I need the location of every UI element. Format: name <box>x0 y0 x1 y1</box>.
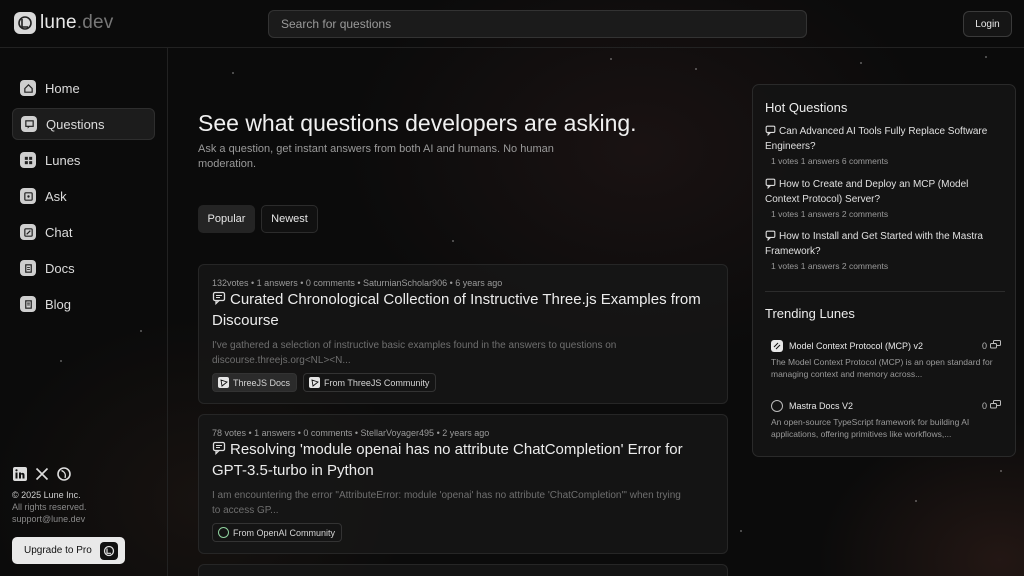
question-icon <box>765 178 776 190</box>
lunes-icon <box>20 152 36 168</box>
sidebar-item-label: Home <box>45 80 80 96</box>
login-button[interactable]: Login <box>963 11 1012 37</box>
sidebar-item-home[interactable]: Home <box>12 72 155 104</box>
sidebar-item-label: Ask <box>45 188 67 204</box>
sidebar-item-label: Docs <box>45 260 75 276</box>
hot-question-item[interactable]: How to Create and Deploy an MCP (Model C… <box>765 177 1005 219</box>
tag-chip[interactable]: ThreeJS Docs <box>212 373 298 392</box>
sidebar-item-blog[interactable]: Blog <box>12 288 155 320</box>
question-title[interactable]: Resolving 'module openai has no attribut… <box>212 439 717 481</box>
chat-bubbles-icon <box>990 400 1001 412</box>
question-card[interactable]: 78 votes • 1 answers • 0 comments • Stel… <box>198 414 728 554</box>
footer-info: © 2025 Lune Inc. All rights reserved. su… <box>12 489 87 525</box>
support-email[interactable]: support@lune.dev <box>12 513 87 525</box>
question-meta: 78 votes • 1 answers • 0 comments • Stel… <box>212 428 490 438</box>
lune-description: An open-source TypeScript framework for … <box>771 417 970 439</box>
search-input[interactable] <box>268 10 807 38</box>
hot-question-item[interactable]: How to Install and Get Started with the … <box>765 229 1005 271</box>
question-tags: ThreeJS Docs From ThreeJS Community <box>212 373 437 392</box>
lune-icon[interactable] <box>56 466 71 481</box>
rights-text: All rights reserved. <box>12 502 87 512</box>
sidebar-item-lunes[interactable]: Lunes <box>12 144 155 176</box>
hot-question-stats: 1 votes 1 answers 2 comments <box>771 209 889 219</box>
question-icon <box>765 230 776 242</box>
lune-name: Model Context Protocol (MCP) v2 <box>789 341 924 351</box>
question-title-text: Resolving 'module openai has no attribut… <box>212 441 683 479</box>
lune-count: 0 <box>982 340 1001 352</box>
question-tags: From OpenAI Community <box>212 523 343 542</box>
question-title[interactable]: Curated Chronological Collection of Inst… <box>212 289 717 331</box>
blog-icon <box>20 296 36 312</box>
hot-question-stats: 1 votes 1 answers 6 comments <box>771 156 889 166</box>
sidebar-item-label: Chat <box>45 224 73 240</box>
sidebar-item-chat[interactable]: Chat <box>12 216 155 248</box>
question-title-text: Curated Chronological Collection of Inst… <box>212 291 701 329</box>
trending-lunes-title: Trending Lunes <box>765 306 855 321</box>
sidebar-item-label: Blog <box>45 296 72 312</box>
mcp-icon <box>771 340 783 352</box>
sidebar: Home Questions Lunes Ask Chat Docs Blog … <box>0 48 168 576</box>
threejs-icon <box>218 377 229 388</box>
brand-logo[interactable]: lune.dev <box>14 12 113 34</box>
trending-lune-item[interactable]: Mastra Docs V2 0 An open-source TypeScri… <box>771 400 1001 440</box>
linkedin-icon[interactable] <box>12 466 27 481</box>
hot-questions-title: Hot Questions <box>765 100 848 115</box>
upgrade-to-pro-button[interactable]: Upgrade to Pro <box>12 537 125 564</box>
sidebar-item-docs[interactable]: Docs <box>12 252 155 284</box>
upgrade-label: Upgrade to Pro <box>24 545 92 556</box>
question-icon <box>212 290 226 306</box>
top-bar: lune.dev Login <box>0 0 1024 48</box>
lune-name: Mastra Docs V2 <box>789 401 854 411</box>
question-excerpt: I've gathered a selection of instructive… <box>212 340 617 366</box>
lune-logo-icon <box>99 541 118 560</box>
tag-chip[interactable]: From OpenAI Community <box>212 523 343 542</box>
brand-name: lune.dev <box>40 12 114 33</box>
copyright-text: © 2025 Lune Inc. <box>12 490 81 500</box>
divider <box>765 291 1005 292</box>
threejs-icon <box>309 377 321 388</box>
lune-description: The Model Context Protocol (MCP) is an o… <box>771 357 993 379</box>
tag-chip[interactable]: From ThreeJS Community <box>303 373 437 392</box>
question-meta: 132votes • 1 answers • 0 comments • Satu… <box>212 278 503 288</box>
sidebar-item-ask[interactable]: Ask <box>12 180 155 212</box>
lune-logo-icon <box>14 12 36 34</box>
chat-icon <box>20 224 36 240</box>
question-icon <box>765 125 776 137</box>
hot-question-item[interactable]: Can Advanced AI Tools Fully Replace Soft… <box>765 124 1005 166</box>
page-title: See what questions developers are asking… <box>198 110 637 136</box>
chat-bubbles-icon <box>990 340 1001 352</box>
sidebar-item-questions[interactable]: Questions <box>12 108 155 140</box>
trending-lune-item[interactable]: Model Context Protocol (MCP) v2 0 The Mo… <box>771 340 1001 380</box>
social-links <box>12 466 71 481</box>
mastra-icon <box>771 400 783 412</box>
page-subtitle: Ask a question, get instant answers from… <box>198 143 554 170</box>
question-card[interactable] <box>198 564 728 576</box>
question-icon <box>212 440 226 456</box>
lune-count: 0 <box>982 400 1001 412</box>
tab-newest[interactable]: Newest <box>261 205 318 233</box>
home-icon <box>20 80 36 96</box>
question-card[interactable]: 132votes • 1 answers • 0 comments • Satu… <box>198 264 728 404</box>
questions-icon <box>21 116 37 132</box>
side-panel: Hot Questions Can Advanced AI Tools Full… <box>752 84 1016 457</box>
tab-popular[interactable]: Popular <box>198 205 255 233</box>
ask-icon <box>20 188 36 204</box>
sidebar-item-label: Questions <box>46 116 105 132</box>
sidebar-item-label: Lunes <box>45 152 81 168</box>
docs-icon <box>20 260 36 276</box>
hot-question-stats: 1 votes 1 answers 2 comments <box>771 261 889 271</box>
question-excerpt: I am encountering the error "AttributeEr… <box>212 490 681 516</box>
x-icon[interactable] <box>34 466 49 481</box>
openai-icon <box>218 527 229 538</box>
